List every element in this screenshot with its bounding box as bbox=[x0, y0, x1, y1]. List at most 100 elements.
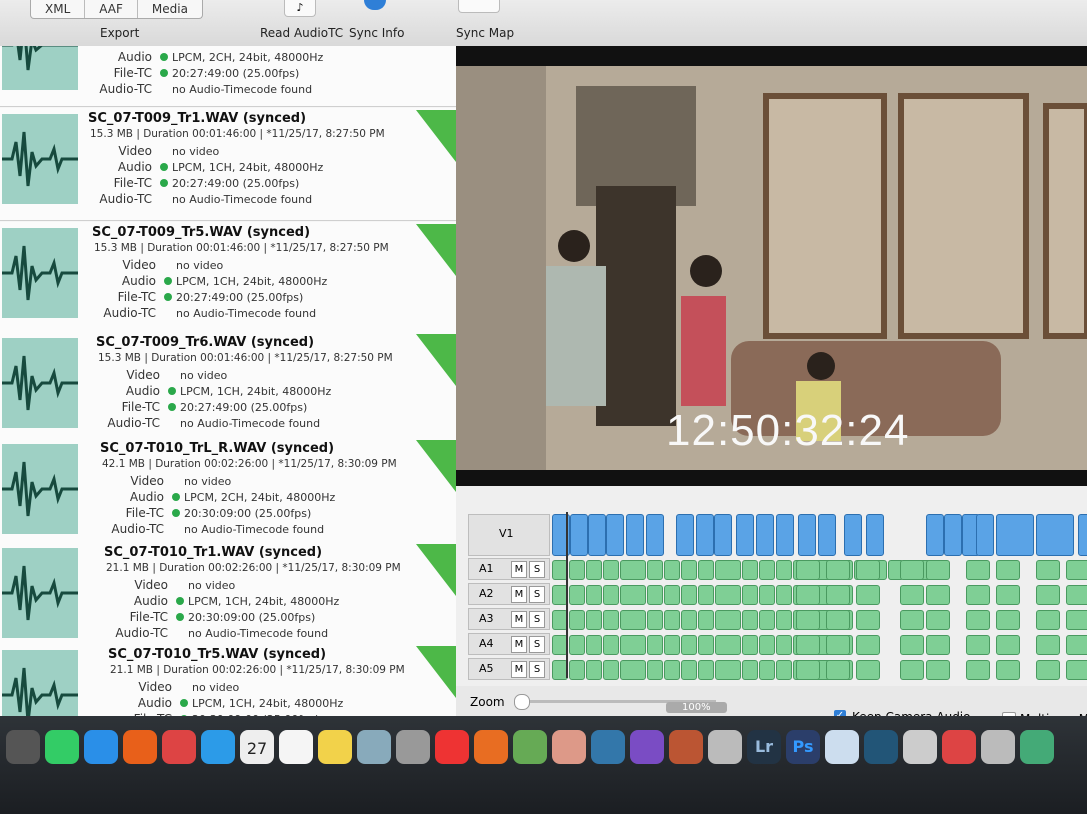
music-note-icon[interactable]: ♪ bbox=[284, 0, 316, 17]
video-clip[interactable] bbox=[926, 514, 944, 556]
audio-clip[interactable] bbox=[856, 660, 880, 680]
presentation-icon[interactable] bbox=[942, 730, 976, 764]
audio-clip[interactable] bbox=[856, 610, 880, 630]
audio-clip[interactable] bbox=[900, 560, 924, 580]
audio-clip[interactable] bbox=[620, 660, 646, 680]
audio-clip[interactable] bbox=[715, 610, 741, 630]
cube-icon[interactable] bbox=[825, 730, 859, 764]
video-clip[interactable] bbox=[696, 514, 714, 556]
audio-clip[interactable] bbox=[966, 610, 990, 630]
audio-clip[interactable] bbox=[620, 560, 646, 580]
video-clip[interactable] bbox=[1036, 514, 1074, 556]
audio-clip[interactable] bbox=[759, 560, 775, 580]
audio-clip[interactable] bbox=[856, 560, 880, 580]
audio-clip[interactable] bbox=[647, 635, 663, 655]
audio-clip[interactable] bbox=[620, 585, 646, 605]
audio-clip[interactable] bbox=[996, 585, 1020, 605]
audio-clip[interactable] bbox=[715, 585, 741, 605]
audio-clip[interactable] bbox=[715, 635, 741, 655]
audio-clip[interactable] bbox=[776, 635, 792, 655]
audio-clip[interactable] bbox=[966, 585, 990, 605]
audio-clip[interactable] bbox=[776, 585, 792, 605]
mission-control-icon[interactable] bbox=[45, 730, 79, 764]
audio-clip[interactable] bbox=[569, 585, 585, 605]
video-clip[interactable] bbox=[676, 514, 694, 556]
audio-clip[interactable] bbox=[1066, 560, 1087, 580]
audio-clip[interactable] bbox=[586, 585, 602, 605]
audio-clip[interactable] bbox=[759, 610, 775, 630]
audio-clip[interactable] bbox=[996, 610, 1020, 630]
video-clip[interactable] bbox=[976, 514, 994, 556]
audio-clip[interactable] bbox=[1066, 660, 1087, 680]
video-clip[interactable] bbox=[756, 514, 774, 556]
safari-icon[interactable] bbox=[201, 730, 235, 764]
audio-clip[interactable] bbox=[664, 610, 680, 630]
audio-clip[interactable] bbox=[698, 660, 714, 680]
music-icon[interactable] bbox=[435, 730, 469, 764]
audio-clip[interactable] bbox=[1066, 610, 1087, 630]
audio-clip[interactable] bbox=[796, 585, 820, 605]
audio-clip[interactable] bbox=[926, 585, 950, 605]
system-preferences-icon[interactable] bbox=[708, 730, 742, 764]
audio-clip[interactable] bbox=[681, 610, 697, 630]
audio-clip[interactable] bbox=[796, 560, 820, 580]
audio-clip[interactable] bbox=[603, 660, 619, 680]
audio-clip[interactable] bbox=[620, 635, 646, 655]
audio-clip[interactable] bbox=[742, 660, 758, 680]
video-clip[interactable] bbox=[736, 514, 754, 556]
photos-icon[interactable] bbox=[552, 730, 586, 764]
video-viewer[interactable]: 12:50:32:24 bbox=[456, 46, 1087, 486]
notes-icon[interactable] bbox=[318, 730, 352, 764]
lightroom-icon[interactable]: Lr bbox=[747, 730, 781, 764]
audio-clip[interactable] bbox=[681, 585, 697, 605]
export-segmented-control[interactable]: XML AAF Media bbox=[30, 0, 203, 19]
audio-clip[interactable] bbox=[603, 610, 619, 630]
audio-clip[interactable] bbox=[586, 635, 602, 655]
audio-clip[interactable] bbox=[569, 560, 585, 580]
audio-clip[interactable] bbox=[664, 635, 680, 655]
audio-clip[interactable] bbox=[647, 610, 663, 630]
activity-monitor-icon[interactable] bbox=[1020, 730, 1054, 764]
video-clip[interactable] bbox=[944, 514, 962, 556]
audio-clip[interactable] bbox=[856, 635, 880, 655]
playhead[interactable] bbox=[566, 512, 568, 678]
solo-button[interactable]: S bbox=[529, 586, 545, 603]
audio-clip[interactable] bbox=[742, 635, 758, 655]
audio-clip[interactable] bbox=[1036, 560, 1060, 580]
video-clip[interactable] bbox=[798, 514, 816, 556]
utility-icon[interactable] bbox=[981, 730, 1015, 764]
firefox-icon[interactable] bbox=[123, 730, 157, 764]
audio-clip[interactable] bbox=[759, 660, 775, 680]
audio-clip[interactable] bbox=[586, 610, 602, 630]
audio-clip[interactable] bbox=[776, 610, 792, 630]
audio-clip[interactable] bbox=[926, 560, 950, 580]
reminders-icon[interactable] bbox=[279, 730, 313, 764]
audio-clip[interactable] bbox=[826, 635, 850, 655]
audio-clip[interactable] bbox=[569, 610, 585, 630]
audio-clip[interactable] bbox=[900, 660, 924, 680]
list-item[interactable]: SC_07-T010_Tr5.WAV (synced) 21.1 MB | Dur… bbox=[0, 644, 456, 716]
video-clip[interactable] bbox=[570, 514, 588, 556]
audio-clip[interactable] bbox=[826, 660, 850, 680]
sync-timeline[interactable]: V1 A1MSA2MSA3MSA4MSA5MS Zoom 100% ✓ Keep… bbox=[456, 486, 1087, 726]
xml-segment[interactable]: XML bbox=[31, 0, 86, 18]
audio-clip[interactable] bbox=[664, 560, 680, 580]
audio-clip[interactable] bbox=[569, 660, 585, 680]
audio-clip[interactable] bbox=[776, 660, 792, 680]
photo-booth-icon[interactable] bbox=[513, 730, 547, 764]
photos-edit-icon[interactable] bbox=[591, 730, 625, 764]
audio-clip[interactable] bbox=[996, 635, 1020, 655]
video-clip[interactable] bbox=[818, 514, 836, 556]
photoshop-icon[interactable]: Ps bbox=[786, 730, 820, 764]
audio-clip[interactable] bbox=[1036, 610, 1060, 630]
audio-clip[interactable] bbox=[698, 610, 714, 630]
audio-clip[interactable] bbox=[647, 585, 663, 605]
garageband-icon[interactable] bbox=[669, 730, 703, 764]
video-clip[interactable] bbox=[606, 514, 624, 556]
audio-clip[interactable] bbox=[776, 560, 792, 580]
read-audiotc-label[interactable]: Read AudioTC bbox=[260, 26, 343, 40]
audio-clip[interactable] bbox=[856, 585, 880, 605]
image-capture-icon[interactable] bbox=[396, 730, 430, 764]
mute-button[interactable]: M bbox=[511, 611, 527, 628]
audio-clip[interactable] bbox=[926, 660, 950, 680]
